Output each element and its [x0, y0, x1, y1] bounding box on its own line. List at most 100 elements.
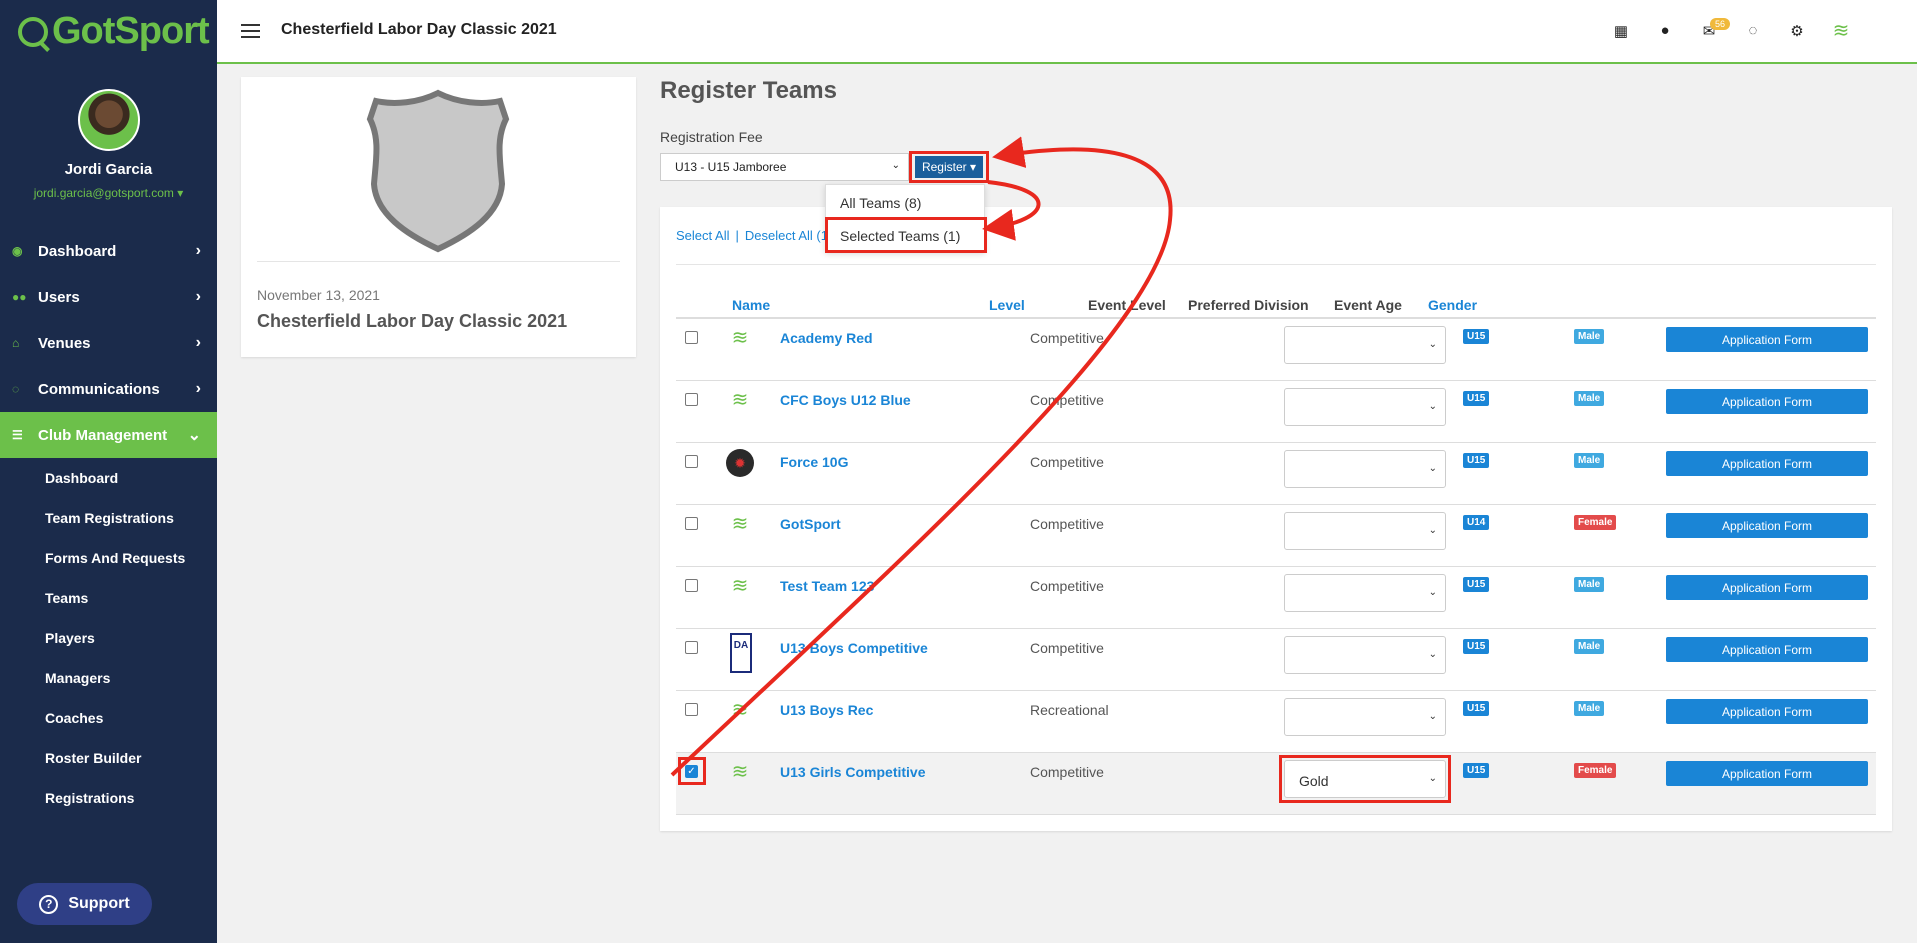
- gotsport-logo[interactable]: GotSport: [18, 10, 210, 53]
- selection-links: Select All | Deselect All (1): [676, 228, 832, 243]
- subnav-teams[interactable]: Teams: [0, 578, 217, 618]
- preferred-division-select[interactable]: ⌄: [1284, 512, 1446, 550]
- team-name-link[interactable]: U13 Boys Rec: [780, 702, 873, 718]
- header-level[interactable]: Level: [989, 297, 1025, 313]
- header-gender[interactable]: Gender: [1428, 297, 1477, 313]
- row-checkbox[interactable]: [685, 455, 698, 468]
- gotsoccer-logo-icon[interactable]: ≋: [1819, 18, 1863, 43]
- dashboard-icon: ◉: [12, 244, 23, 258]
- application-form-button[interactable]: Application Form: [1666, 389, 1868, 414]
- subnav-managers[interactable]: Managers: [0, 658, 217, 698]
- header-event-age: Event Age: [1334, 297, 1402, 313]
- chat-icon[interactable]: ◌: [1731, 22, 1775, 39]
- team-name-link[interactable]: Academy Red: [780, 330, 873, 346]
- team-name-link[interactable]: Force 10G: [780, 454, 848, 470]
- preferred-division-select[interactable]: Gold ⌄: [1284, 760, 1446, 798]
- header-event-level: Event Level: [1088, 297, 1166, 313]
- row-checkbox[interactable]: [685, 641, 698, 654]
- nav-item-club-management[interactable]: ☰ Club Management ⌄: [0, 412, 217, 458]
- caret-down-icon: ▾: [177, 186, 184, 200]
- chevron-right-icon: ›: [195, 380, 201, 397]
- gotsoccer-logo-icon: ≋: [731, 513, 749, 535]
- table-row: ≋ Test Team 123 Competitive ⌄ U15 Male Applica…: [676, 567, 1876, 629]
- gear-icon[interactable]: ⚙: [1775, 22, 1819, 40]
- chevron-down-icon: ⌄: [1428, 401, 1437, 412]
- application-form-button[interactable]: Application Form: [1666, 327, 1868, 352]
- preferred-division-select[interactable]: ⌄: [1284, 574, 1446, 612]
- nav-item-communications[interactable]: ◌ Communications ›: [0, 366, 217, 412]
- application-form-button[interactable]: Application Form: [1666, 637, 1868, 662]
- row-checkbox[interactable]: [685, 393, 698, 406]
- select-all-link[interactable]: Select All: [676, 228, 729, 243]
- page-title: Register Teams: [660, 77, 837, 104]
- subnav-coaches[interactable]: Coaches: [0, 698, 217, 738]
- chevron-down-icon: ⌄: [1428, 463, 1437, 474]
- team-name-link[interactable]: U13 Boys Competitive: [780, 640, 928, 656]
- registration-fee-label: Registration Fee: [660, 129, 763, 145]
- preferred-division-select[interactable]: ⌄: [1284, 636, 1446, 674]
- application-form-button[interactable]: Application Form: [1666, 699, 1868, 724]
- team-name-link[interactable]: Test Team 123: [780, 578, 874, 594]
- register-dropdown-button[interactable]: Register ▾: [915, 156, 983, 178]
- event-age-badge: U15: [1463, 453, 1490, 468]
- preferred-division-select[interactable]: ⌄: [1284, 326, 1446, 364]
- event-age-badge: U15: [1463, 763, 1490, 778]
- application-form-button[interactable]: Application Form: [1666, 451, 1868, 476]
- mail-icon[interactable]: ✉ 56: [1687, 17, 1731, 40]
- event-age-badge: U15: [1463, 329, 1490, 344]
- gotsoccer-logo-icon: ≋: [731, 699, 749, 721]
- subnav-forms-and-requests[interactable]: Forms And Requests: [0, 538, 217, 578]
- team-name-link[interactable]: U13 Girls Competitive: [780, 764, 926, 780]
- gender-badge: Female: [1574, 515, 1617, 530]
- qr-code-icon[interactable]: ▦: [1599, 22, 1643, 40]
- table-row: ≋ Academy Red Competitive ⌄ U15 Male Applicati…: [676, 319, 1876, 381]
- chevron-down-icon: ⌄: [1428, 339, 1437, 350]
- application-form-button[interactable]: Application Form: [1666, 761, 1868, 786]
- nav-label: Users: [38, 288, 80, 306]
- nav-item-dashboard[interactable]: ◉ Dashboard ›: [0, 228, 217, 274]
- user-icon[interactable]: ●: [1643, 22, 1687, 39]
- force-logo-icon: ✹: [726, 449, 754, 477]
- application-form-button[interactable]: Application Form: [1666, 575, 1868, 600]
- top-bar-icons: ▦ ● ✉ 56 ◌ ⚙ ≋: [1599, 17, 1863, 43]
- user-email-dropdown[interactable]: jordi.garcia@gotsport.com ▾: [0, 186, 217, 200]
- table-row: DA U13 Boys Competitive Competitive ⌄ U15 Mal…: [676, 629, 1876, 691]
- nav-item-users[interactable]: ●● Users ›: [0, 274, 217, 320]
- subnav-team-registrations[interactable]: Team Registrations: [0, 498, 217, 538]
- subnav-dashboard[interactable]: Dashboard: [0, 458, 217, 498]
- subnav-roster-builder[interactable]: Roster Builder: [0, 738, 217, 778]
- club-icon: ☰: [12, 428, 23, 442]
- application-form-button[interactable]: Application Form: [1666, 513, 1868, 538]
- header-name[interactable]: Name: [732, 297, 770, 313]
- team-level: Competitive: [1030, 454, 1104, 470]
- dropdown-item-all-teams[interactable]: All Teams (8): [826, 185, 984, 217]
- support-button[interactable]: ? Support: [17, 883, 152, 925]
- row-checkbox[interactable]: [685, 703, 698, 716]
- nav-label: Dashboard: [38, 242, 117, 260]
- row-checkbox[interactable]: [685, 579, 698, 592]
- team-name-link[interactable]: GotSport: [780, 516, 841, 532]
- subnav-players[interactable]: Players: [0, 618, 217, 658]
- preferred-division-select[interactable]: ⌄: [1284, 698, 1446, 736]
- team-level: Competitive: [1030, 392, 1104, 408]
- separator: |: [735, 228, 739, 243]
- registration-fee-select[interactable]: U13 - U15 Jamboree ⌄: [660, 153, 909, 181]
- division-value: Gold: [1299, 773, 1329, 789]
- subnav-registrations[interactable]: Registrations: [0, 778, 217, 818]
- menu-toggle-icon[interactable]: [241, 24, 260, 38]
- preferred-division-select[interactable]: ⌄: [1284, 388, 1446, 426]
- chevron-down-icon: ⌄: [1428, 711, 1437, 722]
- sidebar-nav: ◉ Dashboard › ●● Users › ⌂ Venues › ◌ Communica…: [0, 228, 217, 818]
- row-checkbox[interactable]: ✓: [685, 765, 698, 778]
- avatar[interactable]: [77, 89, 140, 151]
- chevron-down-icon: ⌄: [891, 160, 900, 171]
- user-profile: Jordi Garcia jordi.garcia@gotsport.com ▾: [0, 89, 217, 200]
- team-name-link[interactable]: CFC Boys U12 Blue: [780, 392, 911, 408]
- preferred-division-select[interactable]: ⌄: [1284, 450, 1446, 488]
- nav-item-venues[interactable]: ⌂ Venues ›: [0, 320, 217, 366]
- row-checkbox[interactable]: [685, 517, 698, 530]
- row-checkbox[interactable]: [685, 331, 698, 344]
- dropdown-item-selected-teams[interactable]: Selected Teams (1): [825, 217, 987, 253]
- deselect-all-link[interactable]: Deselect All (1): [745, 228, 832, 243]
- gotsoccer-logo-icon: ≋: [731, 389, 749, 411]
